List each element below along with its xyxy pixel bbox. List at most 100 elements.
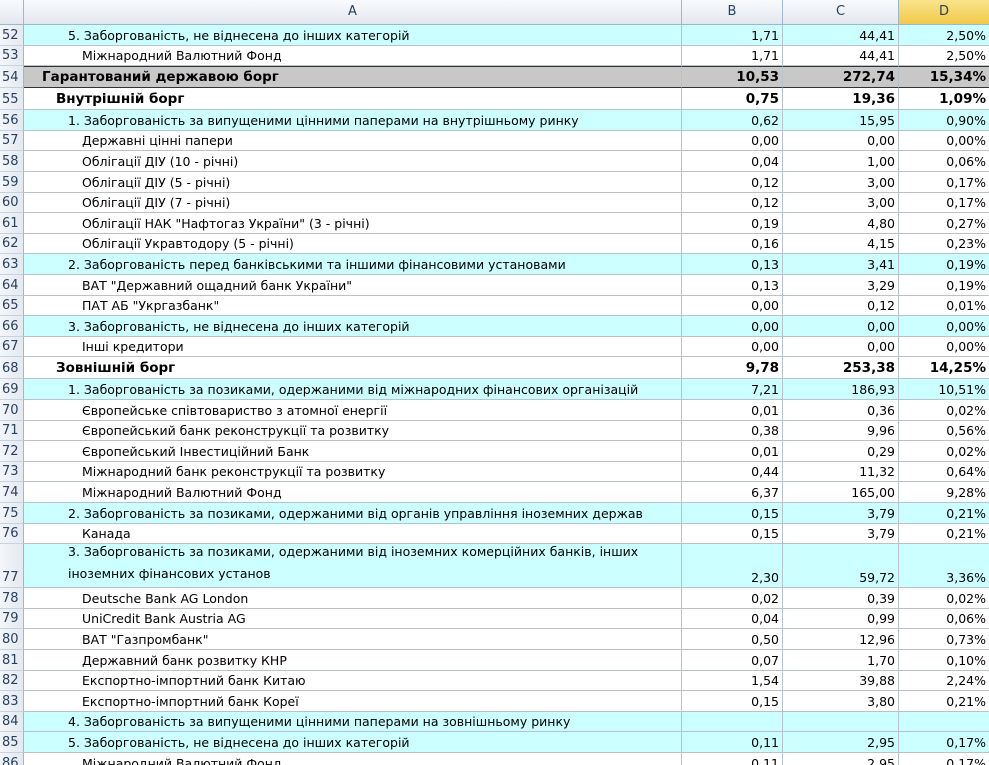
cell-gdp-share[interactable]: 2,50%	[899, 46, 989, 67]
row-header[interactable]: 69	[0, 379, 24, 400]
cell-uah-bn[interactable]: 11,32	[783, 461, 899, 483]
cell-uah-bn[interactable]: 2,95	[783, 732, 899, 753]
cell-uah-bn[interactable]: 4,80	[783, 213, 899, 234]
cell-uah-bn[interactable]: 0,00	[783, 316, 899, 337]
cell-label[interactable]: Міжнародний Валютний Фонд	[24, 482, 682, 503]
cell-uah-bn[interactable]: 9,96	[783, 420, 899, 442]
cell-usd-bn[interactable]: 0,02	[682, 588, 783, 609]
cell-label[interactable]: ВАТ "Державний ощадний банк України"	[24, 275, 682, 296]
cell-uah-bn[interactable]: 253,38	[783, 357, 899, 380]
row-header[interactable]: 78	[0, 588, 24, 609]
row-header[interactable]: 83	[0, 691, 24, 712]
cell-label[interactable]: ПАТ АБ "Укргазбанк"	[24, 295, 682, 317]
cell-usd-bn[interactable]: 0,11	[682, 753, 783, 765]
row-header[interactable]: 77	[0, 544, 24, 589]
select-all-corner[interactable]	[0, 0, 24, 24]
cell-usd-bn[interactable]: 0,13	[682, 254, 783, 275]
cell-usd-bn[interactable]: 0,15	[682, 691, 783, 712]
row-header[interactable]: 71	[0, 420, 24, 442]
cell-gdp-share[interactable]: 0,56%	[899, 421, 989, 442]
cell-label[interactable]: 1. Заборгованість за випущеними цінними …	[24, 110, 682, 131]
cell-label[interactable]: Облігації ДІУ (10 - річні)	[24, 151, 682, 172]
cell-usd-bn[interactable]: 0,00	[682, 316, 783, 337]
cell-uah-bn[interactable]	[783, 711, 899, 733]
row-header[interactable]: 84	[0, 711, 24, 733]
cell-uah-bn[interactable]: 12,96	[783, 629, 899, 650]
cell-label[interactable]: Внутрішній борг	[24, 88, 682, 111]
cell-gdp-share[interactable]: 2,24%	[899, 671, 989, 692]
cell-label[interactable]: Deutsche Bank AG London	[24, 588, 682, 609]
row-header[interactable]: 80	[0, 629, 24, 650]
row-header[interactable]: 55	[0, 88, 24, 111]
row-header[interactable]: 57	[0, 130, 24, 152]
row-header[interactable]: 72	[0, 441, 24, 462]
cell-label[interactable]: ВАТ "Газпромбанк"	[24, 629, 682, 650]
cell-uah-bn[interactable]: 272,74	[783, 66, 899, 89]
row-header[interactable]: 53	[0, 45, 24, 67]
cell-gdp-share[interactable]: 0,06%	[899, 151, 989, 172]
cell-gdp-share[interactable]: 0,17%	[899, 193, 989, 214]
cell-gdp-share[interactable]: 0,06%	[899, 609, 989, 630]
row-header[interactable]: 75	[0, 503, 24, 524]
cell-gdp-share[interactable]: 2,50%	[899, 25, 989, 46]
cell-label[interactable]: 3. Заборгованість за позиками, одержаним…	[24, 544, 682, 589]
cell-gdp-share[interactable]: 0,19%	[899, 275, 989, 296]
cell-label[interactable]: Міжнародний Валютний Фонд	[24, 753, 682, 765]
cell-label[interactable]: Європейський Інвестиційний Банк	[24, 441, 682, 462]
row-header[interactable]: 54	[0, 66, 24, 89]
cell-usd-bn[interactable]: 9,78	[682, 357, 783, 380]
cell-gdp-share[interactable]: 3,36%	[899, 544, 989, 589]
cell-gdp-share[interactable]: 9,28%	[899, 482, 989, 503]
column-header-d[interactable]: D	[899, 0, 989, 24]
cell-uah-bn[interactable]: 59,72	[783, 544, 899, 589]
cell-uah-bn[interactable]: 0,39	[783, 588, 899, 609]
cell-gdp-share[interactable]: 0,02%	[899, 588, 989, 609]
cell-gdp-share[interactable]: 10,51%	[899, 379, 989, 400]
cell-usd-bn[interactable]: 0,38	[682, 420, 783, 442]
cell-gdp-share[interactable]: 0,00%	[899, 316, 989, 337]
cell-gdp-share[interactable]: 0,21%	[899, 524, 989, 545]
cell-gdp-share[interactable]: 0,17%	[899, 753, 989, 765]
cell-usd-bn[interactable]: 0,07	[682, 650, 783, 671]
cell-usd-bn[interactable]: 1,54	[682, 670, 783, 692]
cell-uah-bn[interactable]: 3,79	[783, 503, 899, 524]
cell-uah-bn[interactable]: 39,88	[783, 670, 899, 692]
cell-label[interactable]: Зовнішній борг	[24, 357, 682, 380]
cell-label[interactable]: Державні цінні папери	[24, 130, 682, 152]
cell-usd-bn[interactable]: 2,30	[682, 544, 783, 589]
cell-uah-bn[interactable]: 0,36	[783, 400, 899, 421]
cell-label[interactable]: Експортно-імпортний банк Кореї	[24, 691, 682, 712]
row-header[interactable]: 61	[0, 213, 24, 234]
cell-gdp-share[interactable]: 0,01%	[899, 296, 989, 317]
cell-usd-bn[interactable]: 0,04	[682, 151, 783, 172]
cell-uah-bn[interactable]: 4,15	[783, 233, 899, 255]
cell-usd-bn[interactable]: 0,16	[682, 233, 783, 255]
row-header[interactable]: 85	[0, 732, 24, 753]
row-header[interactable]: 63	[0, 254, 24, 275]
cell-usd-bn[interactable]: 0,62	[682, 110, 783, 131]
cell-gdp-share[interactable]: 0,19%	[899, 254, 989, 275]
cell-gdp-share[interactable]: 0,90%	[899, 110, 989, 131]
cell-label[interactable]: Європейський банк реконструкції та розви…	[24, 420, 682, 442]
cell-uah-bn[interactable]: 3,00	[783, 172, 899, 193]
cell-gdp-share[interactable]: 0,02%	[899, 441, 989, 462]
cell-uah-bn[interactable]: 186,93	[783, 379, 899, 400]
cell-label[interactable]: Облігації Укравтодору (5 - річні)	[24, 233, 682, 255]
cell-usd-bn[interactable]: 0,13	[682, 275, 783, 296]
cell-label[interactable]: Експортно-імпортний банк Китаю	[24, 670, 682, 692]
cell-usd-bn[interactable]: 0,75	[682, 88, 783, 111]
cell-label[interactable]: 5. Заборгованість, не віднесена до інших…	[24, 25, 682, 46]
row-header[interactable]: 79	[0, 608, 24, 630]
cell-label[interactable]: Міжнародний Валютний Фонд	[24, 45, 682, 67]
cell-usd-bn[interactable]: 0,12	[682, 192, 783, 214]
cell-gdp-share[interactable]: 0,02%	[899, 400, 989, 421]
cell-uah-bn[interactable]: 0,99	[783, 608, 899, 630]
row-header[interactable]: 56	[0, 110, 24, 131]
row-header[interactable]: 58	[0, 151, 24, 172]
cell-uah-bn[interactable]: 44,41	[783, 25, 899, 46]
cell-label[interactable]: 4. Заборгованість за випущеними цінними …	[24, 711, 682, 733]
cell-uah-bn[interactable]: 0,00	[783, 130, 899, 152]
cell-usd-bn[interactable]: 0,15	[682, 523, 783, 545]
cell-uah-bn[interactable]: 0,00	[783, 336, 899, 358]
cell-uah-bn[interactable]: 3,80	[783, 691, 899, 712]
